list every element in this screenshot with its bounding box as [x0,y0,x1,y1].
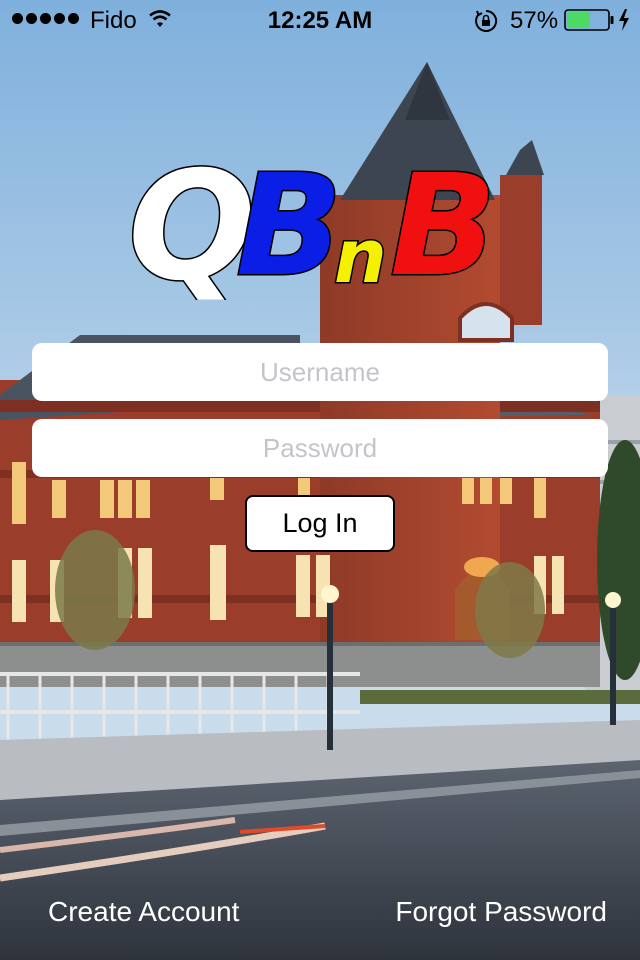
login-screen: Fido 12:25 AM 57% Q B n B Username Log I… [0,0,640,960]
login-button[interactable]: Log In [245,495,395,552]
app-logo: Q B n B [128,140,498,300]
rotation-lock-icon [475,9,498,32]
battery-percent: 57% [510,7,559,34]
create-account-link[interactable]: Create Account [48,896,239,928]
battery-icon [564,9,614,31]
charging-bolt-icon [619,9,629,31]
logo-letter-b-blue: B [236,145,343,300]
logo-letter-b-red: B [390,145,497,300]
status-bar: Fido 12:25 AM 57% [0,0,640,40]
logo-letter-n: n [334,214,387,300]
username-field[interactable] [32,343,608,401]
battery-fill [567,12,590,28]
password-field[interactable] [32,419,608,477]
forgot-password-link[interactable]: Forgot Password [395,896,607,928]
